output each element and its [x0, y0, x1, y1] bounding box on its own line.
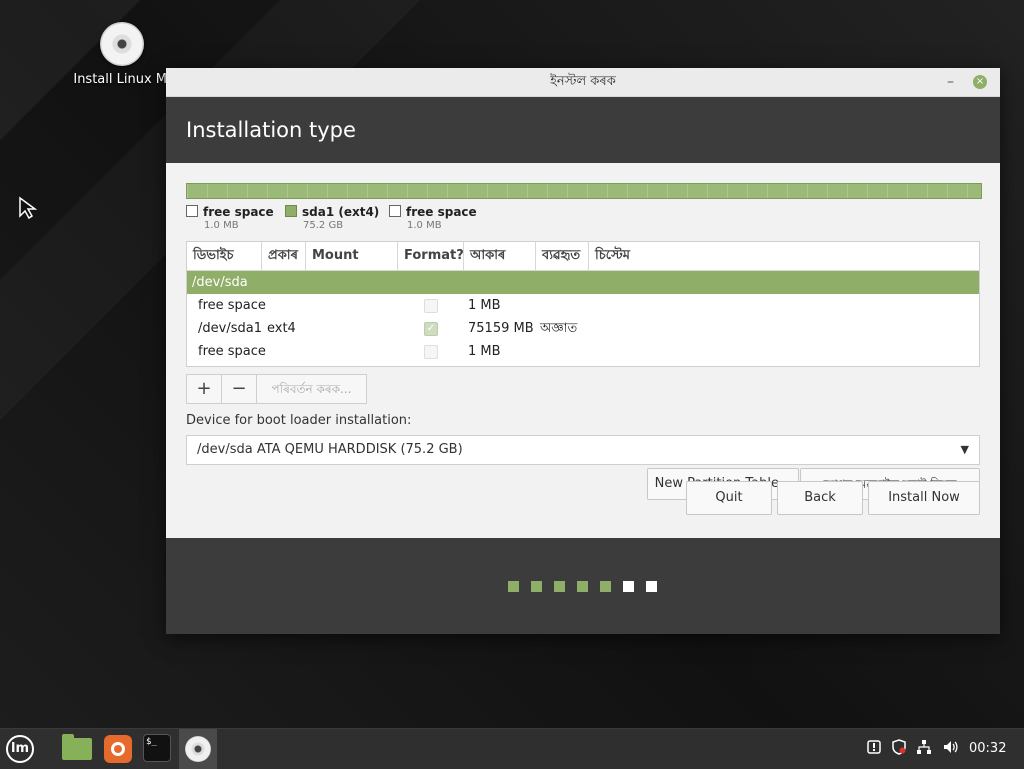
- quit-button[interactable]: Quit: [686, 481, 772, 515]
- format-checkbox[interactable]: [424, 345, 438, 359]
- remove-partition-button[interactable]: −: [221, 374, 257, 404]
- progress-step-pending: [623, 581, 634, 592]
- progress-step-pending: [646, 581, 657, 592]
- partition-bar: [186, 183, 982, 199]
- cd-icon: [185, 736, 211, 762]
- back-button[interactable]: Back: [777, 481, 863, 515]
- linux-mint-logo-icon: lm: [6, 735, 34, 763]
- update-manager-icon[interactable]: [866, 729, 882, 769]
- boot-loader-value: /dev/sda ATA QEMU HARDDISK (75.2 GB): [197, 442, 463, 457]
- cell-device: /dev/sda: [192, 275, 248, 290]
- mouse-pointer-icon: [19, 196, 38, 220]
- table-row[interactable]: /dev/sda1 ext4 ✓ 75159 MB অজ্ঞাত: [187, 317, 979, 340]
- boot-loader-select[interactable]: /dev/sda ATA QEMU HARDDISK (75.2 GB) ▼: [186, 435, 980, 465]
- install-now-button[interactable]: Install Now: [868, 481, 980, 515]
- cell-size: 1 MB: [468, 344, 501, 359]
- progress-step-done: [531, 581, 542, 592]
- column-header-mount-point[interactable]: Mount point: [306, 242, 398, 291]
- add-partition-button[interactable]: +: [186, 374, 222, 404]
- legend-size: 75.2 GB: [303, 220, 344, 231]
- firefox-launcher[interactable]: [102, 733, 134, 765]
- installer-task-button[interactable]: [179, 729, 217, 769]
- legend-item: free space 1.0 MB: [186, 205, 274, 231]
- legend-swatch: [389, 205, 401, 217]
- format-checkbox-checked[interactable]: ✓: [424, 322, 438, 336]
- column-header-system[interactable]: চিস্টেম: [589, 242, 979, 270]
- page-title: Installation type: [166, 97, 1000, 163]
- legend-name: sda1 (ext4): [302, 205, 380, 219]
- legend-size: 1.0 MB: [204, 220, 239, 231]
- table-row[interactable]: free space 1 MB: [187, 340, 979, 363]
- format-checkbox[interactable]: [424, 299, 438, 313]
- table-header: ডিভাইচ প্ৰকাৰ Mount point Format? আকাৰ ব…: [187, 242, 979, 291]
- desktop-icon-install-linux-mint[interactable]: Install Linux Mi: [66, 22, 178, 87]
- table-row[interactable]: /dev/sda: [187, 271, 979, 294]
- progress-step-done: [554, 581, 565, 592]
- progress-footer: [166, 538, 1000, 634]
- installer-window: ইনস্টল কৰক – × Installation type free sp…: [166, 68, 1000, 634]
- volume-icon[interactable]: [942, 729, 958, 769]
- change-partition-button[interactable]: পৰিবৰ্তন কৰক...: [256, 374, 367, 404]
- legend-size: 1.0 MB: [407, 220, 442, 231]
- files-launcher[interactable]: [62, 733, 94, 765]
- column-header-format[interactable]: Format?: [398, 242, 464, 270]
- legend-name: free space: [203, 205, 274, 219]
- legend-swatch: [186, 205, 198, 217]
- column-header-used[interactable]: ব্যৱহৃত: [536, 242, 589, 270]
- partition-table[interactable]: ডিভাইচ প্ৰকাৰ Mount point Format? আকাৰ ব…: [186, 241, 980, 367]
- cell-size: 1 MB: [468, 298, 501, 313]
- cell-size: 75159 MB: [468, 321, 534, 336]
- folder-icon: [62, 734, 92, 760]
- terminal-launcher[interactable]: $_: [142, 733, 174, 765]
- installation-type-panel: free space 1.0 MB sda1 (ext4) 75.2 GB fr…: [166, 163, 1000, 537]
- legend-name: free space: [406, 205, 477, 219]
- column-header-size[interactable]: আকাৰ: [464, 242, 536, 270]
- close-icon[interactable]: ×: [973, 75, 987, 89]
- minimize-icon[interactable]: –: [947, 68, 954, 96]
- clock[interactable]: 00:32: [969, 729, 1006, 769]
- shield-icon[interactable]: [891, 729, 907, 769]
- taskbar: lm $_ 00:32: [0, 728, 1024, 769]
- dropdown-arrow-icon: ▼: [960, 443, 969, 456]
- progress-step-done: [577, 581, 588, 592]
- boot-loader-label: Device for boot loader installation:: [186, 413, 412, 428]
- terminal-icon: $_: [143, 734, 171, 762]
- cell-device: free space: [198, 344, 266, 359]
- progress-step-done: [508, 581, 519, 592]
- legend-swatch: [285, 205, 297, 217]
- progress-step-done: [600, 581, 611, 592]
- menu-button[interactable]: lm: [4, 733, 36, 765]
- cd-icon: [100, 22, 144, 66]
- cell-device: /dev/sda1: [198, 321, 262, 336]
- firefox-icon: [104, 735, 132, 763]
- cell-used: অজ্ঞাত: [540, 321, 578, 336]
- desktop-icon-label: Install Linux Mi: [73, 72, 171, 87]
- titlebar[interactable]: ইনস্টল কৰক – ×: [166, 68, 1000, 97]
- legend-item: free space 1.0 MB: [389, 205, 477, 231]
- legend-item: sda1 (ext4) 75.2 GB: [285, 205, 379, 231]
- column-header-device[interactable]: ডিভাইচ: [187, 242, 262, 270]
- network-icon[interactable]: [916, 729, 932, 769]
- column-header-type[interactable]: প্ৰকাৰ: [262, 242, 306, 270]
- table-row[interactable]: free space 1 MB: [187, 294, 979, 317]
- cell-device: free space: [198, 298, 266, 313]
- cell-type: ext4: [267, 321, 296, 336]
- window-title: ইনস্টল কৰক: [550, 74, 616, 89]
